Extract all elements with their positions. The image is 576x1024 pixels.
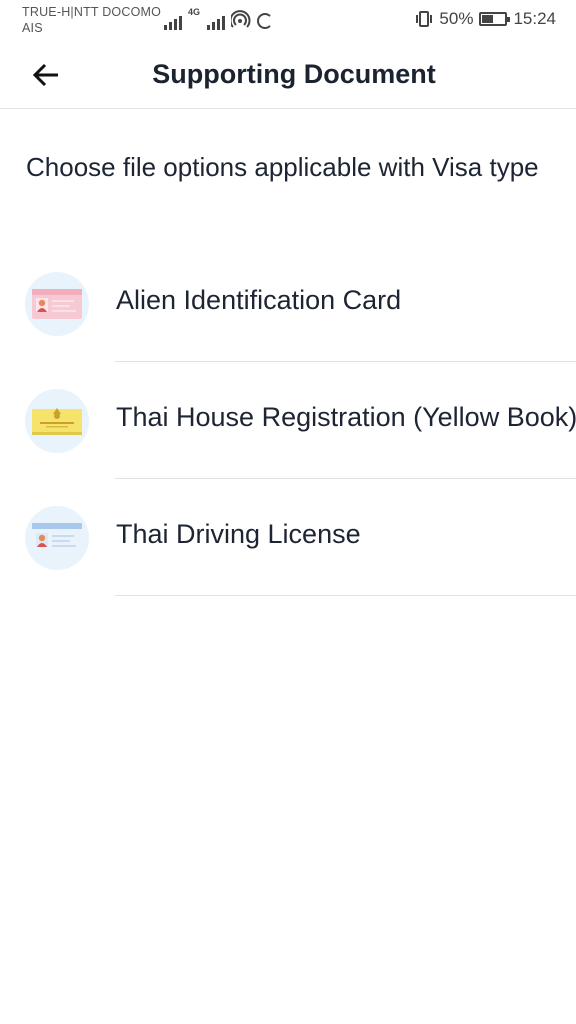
page-title: Supporting Document xyxy=(152,59,436,89)
status-bar: TRUE-H|NTT DOCOMO AIS 4G 50% 15:24 xyxy=(0,0,576,40)
icon-circle xyxy=(25,272,89,336)
document-option-label: Thai Driving License xyxy=(116,519,361,549)
document-option-label: Alien Identification Card xyxy=(116,285,402,315)
driving-license-icon xyxy=(32,523,82,553)
document-option-alien-id[interactable]: Alien Identification Card xyxy=(0,245,576,362)
signal-strength-icon-2 xyxy=(207,14,226,30)
battery-percent: 50% xyxy=(439,9,474,28)
icon-circle xyxy=(25,389,89,453)
alien-id-card-icon xyxy=(32,289,82,319)
icon-circle xyxy=(25,506,89,570)
sync-icon xyxy=(257,13,274,29)
signal-icons: 4G xyxy=(164,7,274,30)
carrier-line-1: TRUE-H|NTT DOCOMO xyxy=(22,5,162,19)
network-type-label: 4G xyxy=(188,7,201,17)
document-option-driving-license[interactable]: Thai Driving License xyxy=(0,479,576,596)
document-option-house-registration[interactable]: Thai House Registration (Yellow Book) xyxy=(0,362,576,479)
house-registration-book-icon xyxy=(32,408,82,435)
clock: 15:24 xyxy=(513,9,556,28)
divider xyxy=(115,594,576,596)
signal-strength-icon xyxy=(164,14,182,30)
battery-icon xyxy=(479,12,511,26)
carrier-info: TRUE-H|NTT DOCOMO AIS xyxy=(22,4,161,36)
hotspot-icon xyxy=(231,10,251,28)
intro-text: Choose file options applicable with Visa… xyxy=(26,152,539,182)
vibrate-icon xyxy=(416,11,433,27)
carrier-line-2: AIS xyxy=(22,21,43,35)
app-bar: Supporting Document xyxy=(0,42,576,109)
document-option-label: Thai House Registration (Yellow Book) xyxy=(116,402,576,432)
document-option-list: Alien Identification Card Thai House Reg… xyxy=(0,245,576,596)
status-right: 50% 15:24 xyxy=(415,9,556,29)
